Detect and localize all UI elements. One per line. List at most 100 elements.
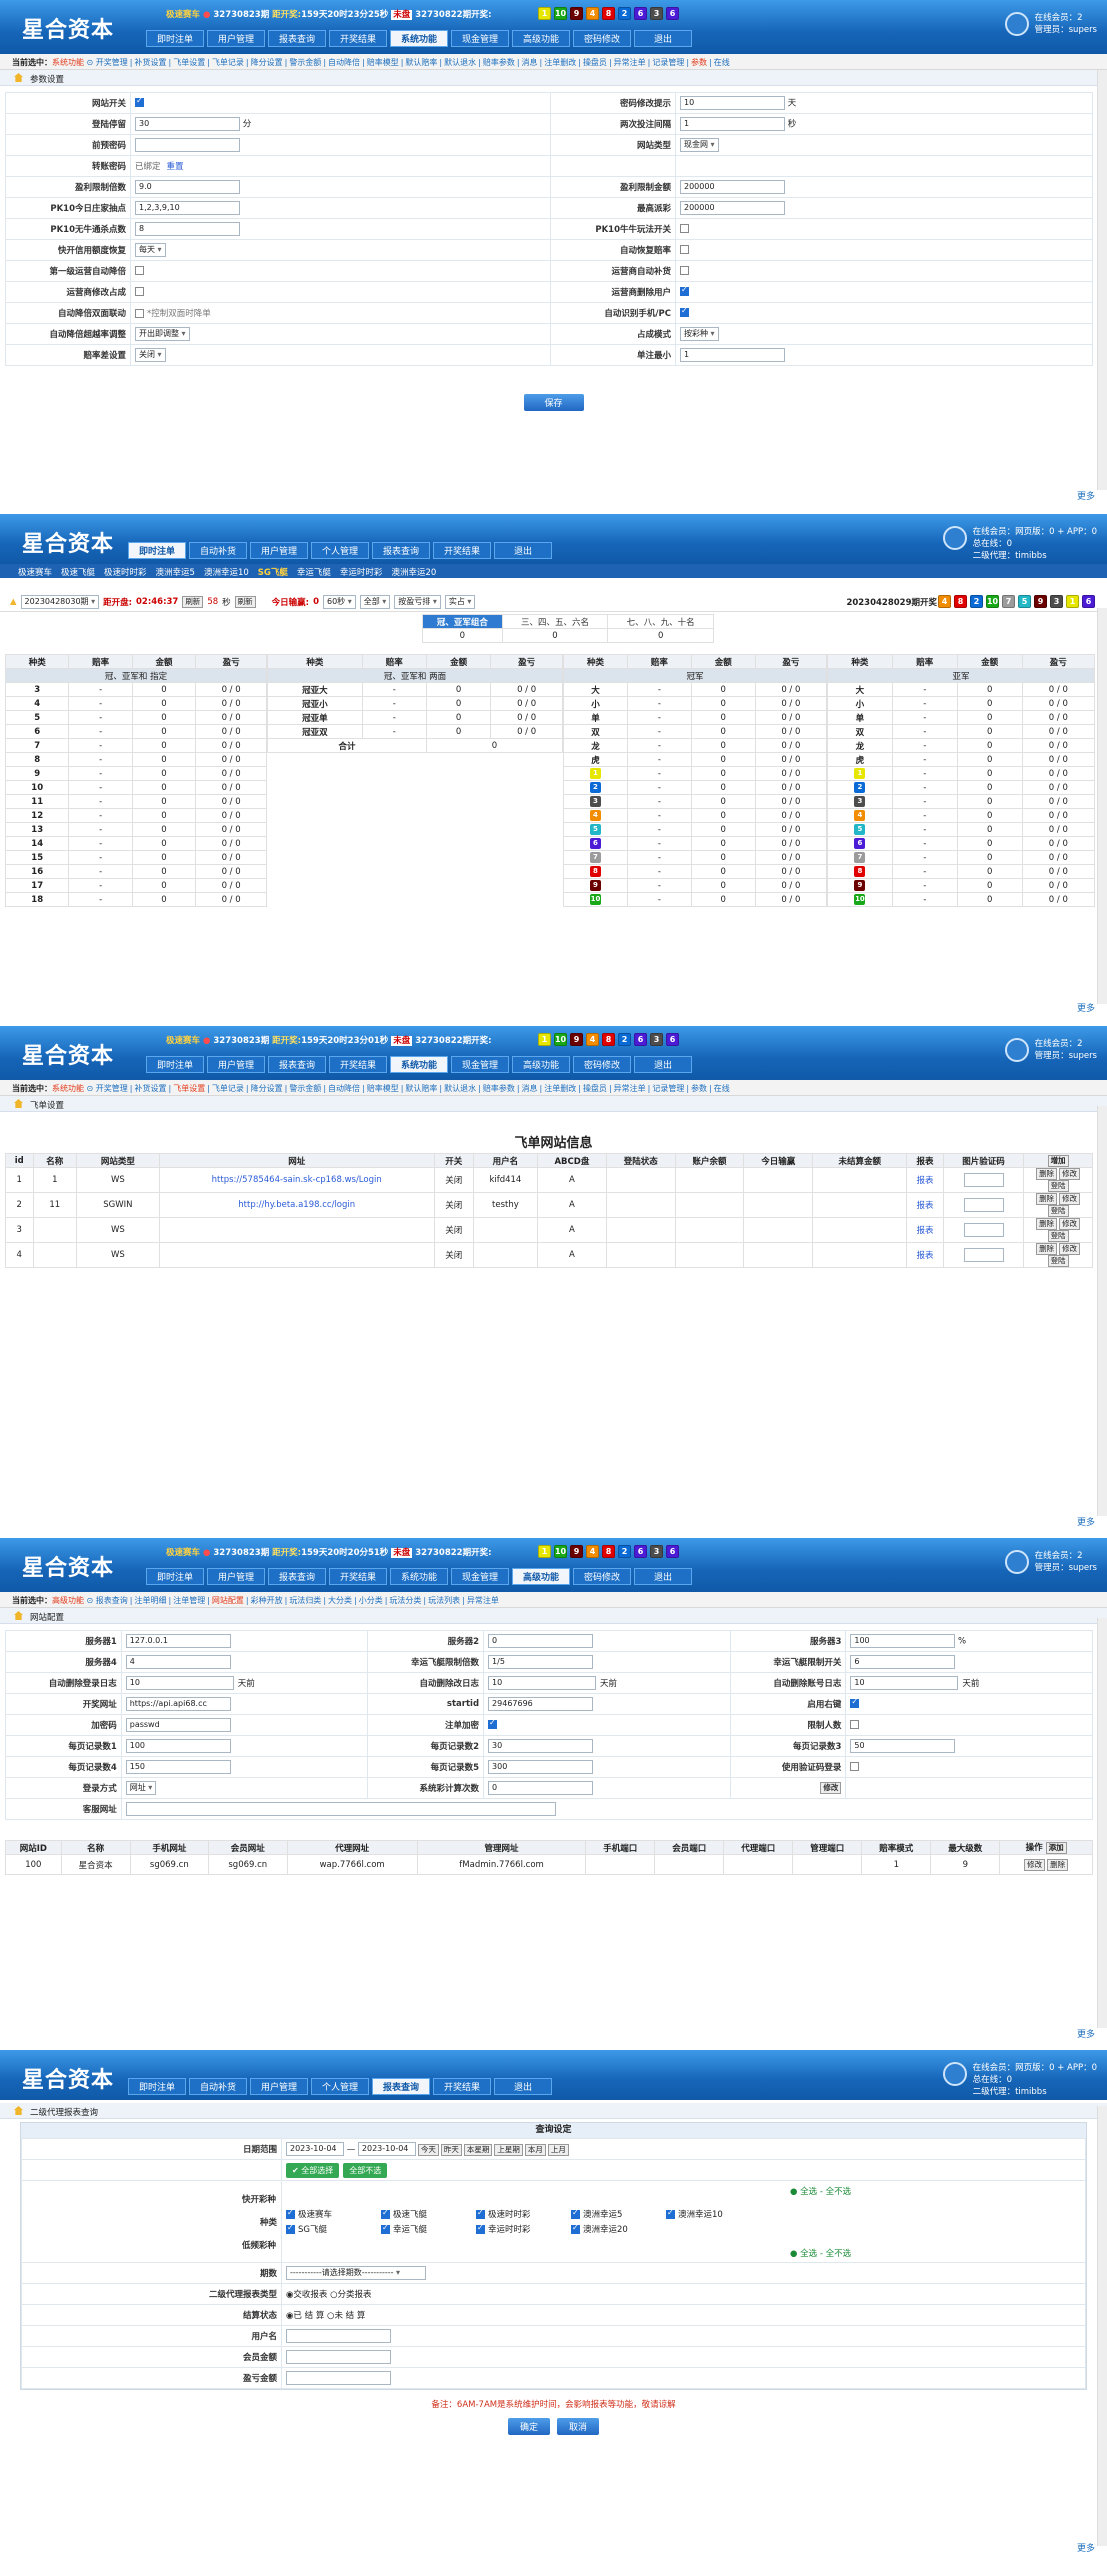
quick-date-button[interactable]: 今天 xyxy=(417,2143,439,2156)
text-input[interactable]: 10 xyxy=(680,96,785,110)
text-input[interactable]: 1 xyxy=(680,117,785,131)
nav-item[interactable]: 高级功能 xyxy=(512,1056,570,1073)
nav-item[interactable]: 退出 xyxy=(634,1056,692,1073)
op-button[interactable]: 修改 xyxy=(1059,1193,1081,1205)
op-button[interactable]: 修改 xyxy=(1059,1243,1081,1255)
nav-item[interactable]: 开奖结果 xyxy=(329,1056,387,1073)
refresh-button[interactable]: 刷新 xyxy=(182,595,204,608)
settle-status[interactable]: ◉已 结 算 ○未 结 算 xyxy=(286,2311,365,2321)
crumb-link[interactable]: 默认退水 xyxy=(444,58,476,67)
crumb-link[interactable]: 开奖管理 xyxy=(96,58,128,67)
text-input[interactable]: 100 xyxy=(850,1634,956,1648)
modify-button[interactable]: 修改 xyxy=(820,1782,842,1794)
op-button[interactable]: 删除 xyxy=(1036,1218,1058,1230)
more-link[interactable]: 更多 xyxy=(1077,2027,1095,2040)
game-checkbox[interactable] xyxy=(571,2208,580,2219)
subnav-item[interactable]: 极速飞艇 xyxy=(61,568,95,578)
checkbox[interactable] xyxy=(488,1718,498,1729)
nav-item[interactable]: 即时注单 xyxy=(128,542,186,559)
more-link[interactable]: 更多 xyxy=(1077,1515,1095,1528)
crumb-link[interactable]: 注单删改 xyxy=(544,1084,576,1093)
quick-date-button[interactable]: 本星期 xyxy=(463,2143,493,2156)
crumb-link[interactable]: 玩法归类 xyxy=(289,1596,321,1605)
crumb-link[interactable]: 赔率参数 xyxy=(483,58,515,67)
checkbox[interactable] xyxy=(135,266,144,275)
subnav-item[interactable]: 极速赛车 xyxy=(18,568,52,578)
nav-item[interactable]: 用户管理 xyxy=(250,542,308,559)
crumb-link[interactable]: 彩种开放 xyxy=(251,1596,283,1605)
game-checkbox[interactable] xyxy=(476,2208,485,2219)
crumb-link[interactable]: 赔率参数 xyxy=(483,1084,515,1093)
op-button[interactable]: 登陆 xyxy=(1047,1180,1069,1192)
select[interactable]: 关闭 xyxy=(135,348,166,362)
nav-item[interactable]: 报表查询 xyxy=(372,542,430,559)
report-type[interactable]: ◉交收报表 ○分类报表 xyxy=(286,2290,372,2300)
crumb-link[interactable]: 消息 xyxy=(522,58,538,67)
text-input[interactable]: 150 xyxy=(125,1760,231,1774)
nav-item[interactable]: 报表查询 xyxy=(268,30,326,47)
more-link[interactable]: 更多 xyxy=(1077,1001,1095,1014)
checkbox[interactable] xyxy=(135,287,144,296)
nav-item[interactable]: 用户管理 xyxy=(207,30,265,47)
op-button[interactable]: 登陆 xyxy=(1047,1205,1069,1217)
scrollbar[interactable] xyxy=(1097,1106,1107,1516)
crumb-link[interactable]: 注单明细 xyxy=(135,1596,167,1605)
cancel-button[interactable]: 取消 xyxy=(556,2418,599,2435)
crumb-link[interactable]: 赔率模型 xyxy=(367,1084,399,1093)
text-input[interactable]: 10 xyxy=(125,1676,234,1690)
report-link[interactable]: 报表 xyxy=(906,1167,944,1193)
crumb-link[interactable]: 在线 xyxy=(714,1084,730,1093)
text-input[interactable]: 200000 xyxy=(680,201,785,215)
text-input[interactable]: 1 xyxy=(680,348,785,362)
crumb-link[interactable]: 飞单记录 xyxy=(212,1084,244,1093)
subnav-item[interactable]: 澳洲幸运10 xyxy=(204,568,249,578)
checkbox[interactable] xyxy=(680,245,689,254)
crumb-link[interactable]: 自动降倍 xyxy=(328,58,360,67)
date-from[interactable]: 2023-10-04 xyxy=(286,2142,344,2156)
checkbox[interactable] xyxy=(850,1720,860,1729)
op-button[interactable]: 删除 xyxy=(1036,1243,1058,1255)
crumb-link[interactable]: 异常注单 xyxy=(614,58,646,67)
captcha-input[interactable] xyxy=(963,1198,1004,1212)
crumb-link[interactable]: 报表查询 xyxy=(96,1596,128,1605)
mode-select[interactable]: 实占 xyxy=(444,594,476,609)
add-button[interactable]: 增加 xyxy=(1047,1154,1069,1167)
quick-date-button[interactable]: 昨天 xyxy=(440,2143,462,2156)
more-link[interactable]: 更多 xyxy=(1077,2541,1095,2554)
nav-item[interactable]: 退出 xyxy=(494,542,552,559)
nav-item[interactable]: 报表查询 xyxy=(268,1568,326,1585)
text-input[interactable]: 6 xyxy=(850,1655,956,1669)
op-button[interactable]: 登陆 xyxy=(1047,1230,1069,1242)
checkbox[interactable] xyxy=(850,1697,860,1708)
crumb-link[interactable]: 网站配置 xyxy=(212,1596,244,1605)
crumb-link[interactable]: 降分设置 xyxy=(251,58,283,67)
url-link[interactable]: http://hy.beta.a198.cc/login xyxy=(158,1192,435,1218)
crumb-link[interactable]: 记录管理 xyxy=(652,58,684,67)
unselect-all-button[interactable]: 全部不选 xyxy=(343,2162,388,2178)
captcha-input[interactable] xyxy=(963,1223,1004,1237)
text-input[interactable]: 200000 xyxy=(680,180,785,194)
crumb-link[interactable]: 操盘员 xyxy=(583,1084,607,1093)
game-checkbox[interactable] xyxy=(286,2223,295,2234)
text-input[interactable]: https://api.api68.cc xyxy=(125,1697,231,1711)
tab[interactable]: 三、四、五、六名 xyxy=(501,614,609,629)
issue-select[interactable]: -----------请选择期数----------- xyxy=(286,2266,426,2280)
username-input[interactable] xyxy=(286,2329,391,2343)
nav-item[interactable]: 个人管理 xyxy=(311,542,369,559)
report-link[interactable]: 报表 xyxy=(906,1242,944,1268)
nav-item[interactable]: 开奖结果 xyxy=(329,30,387,47)
nav-item[interactable]: 密码修改 xyxy=(573,1568,631,1585)
nav-item[interactable]: 高级功能 xyxy=(512,30,570,47)
crumb-link[interactable]: 赔率模型 xyxy=(367,58,399,67)
text-input[interactable]: 30 xyxy=(135,117,240,131)
nav-item[interactable]: 个人管理 xyxy=(311,2078,369,2095)
url-link[interactable] xyxy=(158,1217,435,1243)
text-input[interactable]: 50 xyxy=(850,1739,956,1753)
text-input[interactable]: 300 xyxy=(488,1760,594,1774)
scrollbar[interactable] xyxy=(1097,2106,1107,2546)
nav-item[interactable]: 系统功能 xyxy=(390,1568,448,1585)
game-checkbox[interactable] xyxy=(381,2223,390,2234)
subnav-item[interactable]: 幸运时时彩 xyxy=(340,568,383,578)
text-input[interactable]: 0 xyxy=(488,1781,594,1795)
nav-item[interactable]: 系统功能 xyxy=(390,1056,448,1073)
